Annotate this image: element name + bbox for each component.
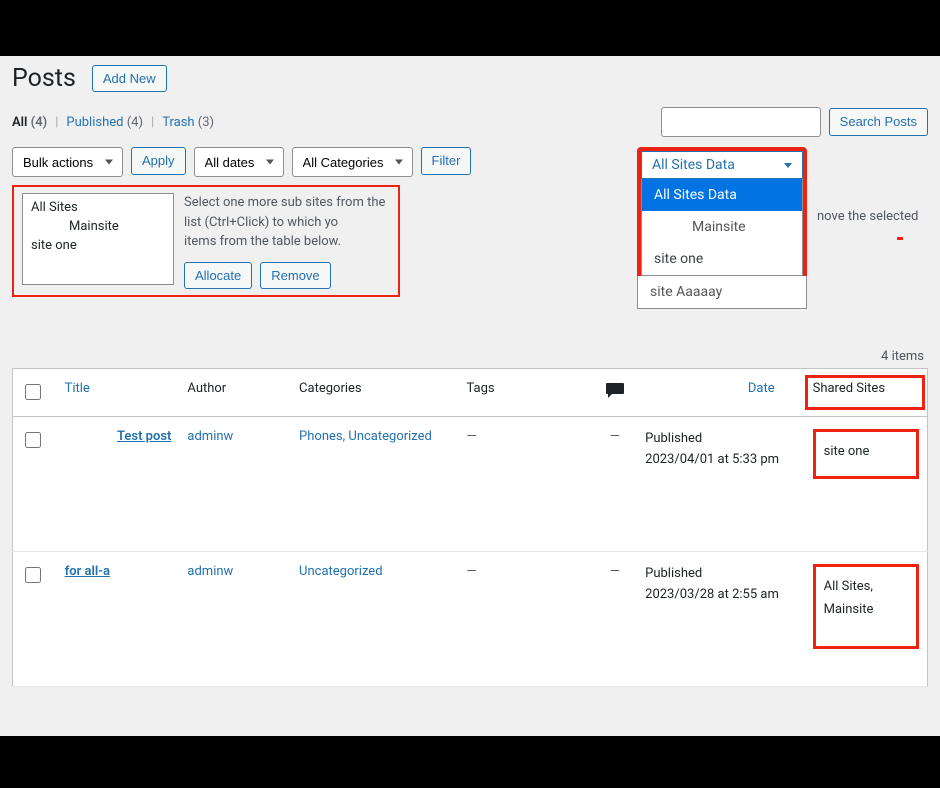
select-all-header [13,369,57,417]
search-area: Search Posts [661,107,928,137]
add-new-button[interactable]: Add New [92,65,167,93]
column-title[interactable]: Title [57,369,180,417]
annotation-box: All Sites, Mainsite [813,564,919,649]
search-input[interactable] [661,107,821,137]
page-title: Posts [12,64,76,93]
column-comments[interactable] [592,369,637,417]
items-count: 4 items [12,349,924,364]
post-title-link[interactable]: for all-a [65,564,110,579]
sites-data-dropdown: All Sites Data All Sites Data Mainsite s… [637,147,807,280]
column-tags: Tags [459,369,593,417]
multiselect-option[interactable]: All Sites [23,198,173,217]
column-categories: Categories [291,369,458,417]
shared-sites-value: site one [824,444,870,459]
view-all-count: (4) [31,115,48,130]
categories-link[interactable]: Uncategorized [299,564,382,579]
annotation-box: site one [813,429,919,479]
view-all-label: All [12,115,27,130]
page-header: Posts Add New [12,64,928,93]
allocate-button[interactable]: Allocate [184,262,252,290]
post-title-link[interactable]: Test post [65,429,172,444]
multiselect-option[interactable]: site one [23,236,173,255]
apply-button[interactable]: Apply [131,147,186,175]
date-cell: Published 2023/03/28 at 2:55 am [637,552,804,687]
comments-cell: — [592,552,637,687]
date-value: 2023/04/01 at 5:33 pm [645,452,779,467]
multiselect-option[interactable]: Mainsite [23,217,173,236]
column-date[interactable]: Date [637,369,804,417]
date-status: Published [645,431,702,446]
date-value: 2023/03/28 at 2:55 am [645,587,779,602]
tags-cell: — [459,552,593,687]
help-text-line1: Select one more sub sites from the list … [184,195,385,230]
post-title: for all-a [65,564,110,579]
table-row: Test post adminw Phones, Uncategorized —… [13,417,928,552]
dates-select[interactable]: All dates [194,147,284,177]
sites-data-trigger[interactable]: All Sites Data [641,151,803,179]
chevron-down-icon [784,163,792,168]
filter-button[interactable]: Filter [421,147,472,175]
sites-multiselect[interactable]: All Sites Mainsite site one [22,193,174,285]
author-link[interactable]: adminw [187,429,233,444]
help-text-fragment: nove the selected [817,209,918,224]
actions-row: Bulk actions Apply All dates All Categor… [12,147,928,177]
search-posts-button[interactable]: Search Posts [829,108,928,136]
date-status: Published [645,566,702,581]
comment-icon [605,381,625,399]
views-row: All (4) | Published (4) | Trash (3) Sear… [12,107,928,137]
categories-select[interactable]: All Categories [292,147,413,177]
sites-data-list: All Sites Data Mainsite site one [641,179,803,276]
column-author[interactable]: Author [179,369,291,417]
posts-table: Title Author Categories Tags Date Shared… [12,368,928,687]
sites-data-trigger-label: All Sites Data [652,157,735,173]
view-published-count: (4) [127,115,143,130]
post-title: Test post [117,429,171,444]
help-text-line2: items from the table below. [184,234,341,249]
shared-sites-cell: site one [805,417,928,552]
view-published[interactable]: Published (4) [66,115,143,130]
row-checkbox[interactable] [25,567,41,583]
allocate-help-text: Select one more sub sites from the list … [184,193,390,289]
view-published-label: Published [66,115,123,130]
table-header-row: Title Author Categories Tags Date Shared… [13,369,928,417]
select-all-checkbox[interactable] [25,384,41,400]
annotation-mark [897,237,903,240]
shared-sites-cell: All Sites, Mainsite [805,552,928,687]
allocate-panel: All Sites Mainsite site one Select one m… [12,185,400,297]
status-views: All (4) | Published (4) | Trash (3) [12,115,214,130]
view-trash[interactable]: Trash (3) [162,115,214,130]
column-shared-label: Shared Sites [813,381,885,396]
comments-cell: — [592,417,637,552]
view-trash-count: (3) [198,115,214,130]
table-row: for all-a adminw Uncategorized — — Publi… [13,552,928,687]
dropdown-item-site-one[interactable]: site one [642,243,802,275]
remove-button[interactable]: Remove [260,262,330,290]
column-shared-sites: Shared Sites [805,369,928,417]
row-checkbox[interactable] [25,432,41,448]
sites-data-overflow: site Aaaaay [637,276,807,309]
author-link[interactable]: adminw [187,564,233,579]
view-trash-label: Trash [162,115,194,130]
dropdown-item-all-sites-data[interactable]: All Sites Data [642,179,802,211]
categories-link[interactable]: Phones, Uncategorized [299,429,432,444]
dropdown-item-mainsite[interactable]: Mainsite [642,211,802,243]
dropdown-item-site-aaaay[interactable]: site Aaaaay [638,276,806,308]
shared-sites-value: All Sites, Mainsite [824,579,874,617]
date-cell: Published 2023/04/01 at 5:33 pm [637,417,804,552]
view-all[interactable]: All (4) [12,115,47,130]
tags-cell: — [459,417,593,552]
bulk-actions-select[interactable]: Bulk actions [12,147,123,177]
